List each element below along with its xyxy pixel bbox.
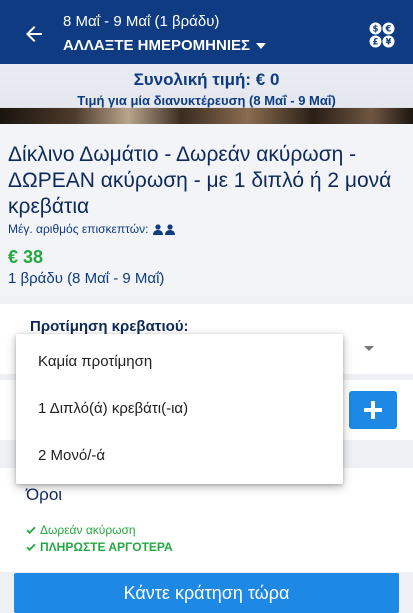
- room-title: Δίκλινο Δωμάτιο - Δωρεάν ακύρωση - ΔΩΡΕΑ…: [8, 143, 392, 218]
- dropdown-option-no-preference[interactable]: Καμία προτίμηση: [38, 353, 152, 370]
- max-guests-label: Μέγ. αριθμός επισκεπτών:: [8, 222, 149, 236]
- stay-dates[interactable]: 8 Μαΐ - 9 Μαΐ (1 βράδυ): [63, 13, 219, 31]
- change-dates-button[interactable]: ΑΛΛΑΞΤΕ ΗΜΕΡΟΜΗΝΙΕΣ: [63, 37, 267, 55]
- term-pay-later: ΠΛΗΡΩΣΤΕ ΑΡΓΟΤΕΡΑ: [40, 540, 173, 554]
- bed-preference-label: Προτίμηση κρεβατιού:: [30, 318, 189, 335]
- dropdown-option-two-singles[interactable]: 2 Μονό/-ά: [38, 447, 105, 464]
- svg-text:$: $: [373, 25, 379, 35]
- per-night-note: Τιμή για μία διανυκτέρευση (8 Μαΐ - 9 Μα…: [77, 93, 336, 108]
- check-icon: [26, 526, 36, 534]
- room-price: € 38: [8, 247, 44, 267]
- add-room-button[interactable]: [349, 391, 397, 429]
- term-free-cancel: Δωρεάν ακύρωση: [40, 523, 136, 537]
- currency-icon[interactable]: $ € £ ¥: [369, 22, 395, 48]
- max-guests: Μέγ. αριθμός επισκεπτών:: [8, 222, 176, 236]
- select-caret-icon[interactable]: [364, 346, 374, 351]
- svg-text:€: €: [385, 25, 392, 35]
- term-item: Δωρεάν ακύρωση: [26, 523, 136, 537]
- change-dates-label: ΑΛΛΑΞΤΕ ΗΜΕΡΟΜΗΝΙΕΣ: [63, 37, 251, 54]
- nights-count: 1 βράδυ (8 Μαΐ - 9 Μαΐ): [8, 270, 165, 287]
- svg-text:¥: ¥: [386, 38, 392, 48]
- two-persons-icon: [153, 223, 176, 235]
- bed-preference-dropdown: Καμία προτίμηση 1 Διπλό(ά) κρεβάτι(-ια) …: [16, 334, 343, 484]
- price-banner: Συνολική τιμή: € 0 Τιμή για μία διανυκτέ…: [0, 64, 413, 124]
- room-photo-strip: [0, 108, 413, 124]
- room-card: Δίκλινο Δωμάτιο - Δωρεάν ακύρωση - ΔΩΡΕΑ…: [0, 124, 413, 296]
- terms-title: Όροι: [26, 485, 63, 504]
- total-price: Συνολική τιμή: € 0: [133, 70, 280, 89]
- caret-down-icon: [256, 43, 267, 49]
- book-now-button[interactable]: Κάντε κράτηση τώρα: [14, 573, 399, 613]
- svg-text:£: £: [373, 38, 379, 48]
- dropdown-option-double-bed[interactable]: 1 Διπλό(ά) κρεβάτι(-ια): [38, 400, 188, 417]
- top-bar: 8 Μαΐ - 9 Μαΐ (1 βράδυ) ΑΛΛΑΞΤΕ ΗΜΕΡΟΜΗΝ…: [0, 0, 413, 64]
- check-icon: [26, 543, 36, 551]
- back-arrow-icon[interactable]: [22, 22, 46, 46]
- term-item: ΠΛΗΡΩΣΤΕ ΑΡΓΟΤΕΡΑ: [26, 540, 173, 554]
